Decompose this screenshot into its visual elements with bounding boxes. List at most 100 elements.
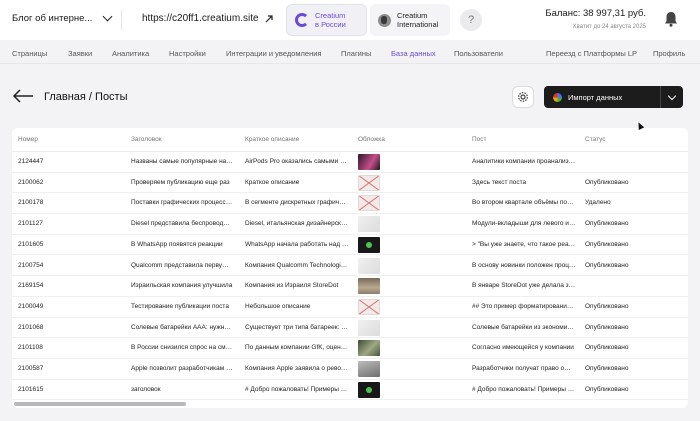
nav-item-profile[interactable]: Профиль <box>653 49 685 58</box>
table-row[interactable]: 2100062 Проверяем публикацию еще раз Кратк… <box>12 173 688 194</box>
cell-status: Опубликовано <box>585 302 629 310</box>
cell-description: Краткое описание <box>245 178 300 186</box>
table-row[interactable]: 2101127 Diesel представила беспроводные н… <box>12 214 688 235</box>
horizontal-scrollbar[interactable] <box>14 402 186 406</box>
table-row[interactable]: 2101615 заголовок # Добро пожаловать! Прим… <box>12 380 688 401</box>
cell-title: Apple позволит разработчикам публиковать <box>131 365 233 372</box>
cell-cover[interactable] <box>358 154 380 170</box>
cell-number: 2100049 <box>18 302 44 310</box>
gear-icon <box>518 92 528 102</box>
cell-title: заголовок <box>131 385 161 393</box>
cell-cover[interactable] <box>358 257 380 274</box>
cell-status: Опубликовано <box>585 344 629 352</box>
nav-item-pages[interactable]: Страницы <box>12 49 47 58</box>
page-title: Главная / Посты <box>44 91 128 103</box>
main-nav: Страницы Заявки Аналитика Настройки Инте… <box>0 44 700 64</box>
cell-title: Солевые батарейки ААА: нужно ли <box>131 323 233 331</box>
cell-description: Компания Qualcomm Technologies представи… <box>245 261 349 269</box>
cell-title: Тестирование публикации поста <box>131 302 229 310</box>
table-row[interactable]: 2101108 В России снизился спрос на смартф… <box>12 338 688 359</box>
cell-number: 2124447 <box>18 158 44 165</box>
column-header-title[interactable]: Заголовок <box>131 136 233 143</box>
cell-cover[interactable] <box>358 195 380 212</box>
table-row[interactable]: 2100754 Qualcomm представила первую в мир… <box>12 256 688 277</box>
cell-cover[interactable] <box>358 174 380 191</box>
cell-post: Модули-вкладыши для левого и правого уха <box>472 220 576 228</box>
column-header-status[interactable]: Статус <box>585 136 685 143</box>
creatium-russia-button[interactable]: Creatium в России <box>286 4 367 36</box>
nav-item-migration[interactable]: Переезд с Платформы LP <box>546 49 637 58</box>
cover-thumbnail <box>358 257 380 274</box>
cell-title: Названы самые популярные наушники <box>131 158 233 165</box>
notifications-bell-icon[interactable] <box>662 10 680 28</box>
cell-status: Опубликовано <box>585 385 629 393</box>
cell-title: Израильская компания улучшила <box>131 282 233 290</box>
cell-description: AirPods Pro оказались самыми востребован… <box>245 158 349 165</box>
cell-cover[interactable] <box>358 340 380 357</box>
cell-cover[interactable] <box>358 236 380 253</box>
site-url-link[interactable]: https://c20ff1.creatium.site <box>142 13 273 24</box>
table-row[interactable]: 2169154 Израильская компания улучшила Комп… <box>12 276 688 297</box>
cell-description: # Добро пожаловать! Примеры заголовков <box>245 385 349 393</box>
table-header: Номер Заголовок Краткое описание Обложка… <box>12 128 688 152</box>
cell-number: 2101615 <box>18 385 44 393</box>
back-arrow-icon[interactable] <box>12 89 34 103</box>
cover-thumbnail <box>358 216 380 233</box>
cell-cover[interactable] <box>358 361 380 377</box>
column-header-description[interactable]: Краткое описание <box>245 136 349 143</box>
import-dropdown-toggle[interactable] <box>661 91 683 100</box>
cell-post: ## Это пример форматирования текста <box>472 302 576 310</box>
chevron-down-icon <box>102 11 113 22</box>
cover-thumbnail <box>358 361 380 377</box>
site-selector[interactable]: Блог об интерне... <box>12 11 113 24</box>
cell-cover[interactable] <box>358 216 380 233</box>
cover-thumbnail <box>358 154 380 170</box>
nav-item-settings[interactable]: Настройки <box>169 49 206 58</box>
settings-button[interactable] <box>512 86 534 108</box>
creatium-ru-line2: в России <box>315 20 346 29</box>
cover-thumbnail <box>358 381 380 398</box>
balance-block[interactable]: Баланс: 38 997,31 руб. Хватит до 24 авгу… <box>545 8 646 30</box>
cell-cover[interactable] <box>358 381 380 398</box>
cell-description: Diesel, итальянская дизайнерская компани… <box>245 220 349 228</box>
cell-status: Опубликовано <box>585 365 629 372</box>
column-header-post[interactable]: Пост <box>472 136 576 143</box>
nav-item-requests[interactable]: Заявки <box>68 49 92 58</box>
cell-description: Компания Apple заявила о революционных <box>245 365 349 372</box>
cover-thumbnail <box>358 319 380 336</box>
column-header-cover[interactable]: Обложка <box>358 136 385 143</box>
nav-item-users[interactable]: Пользователи <box>454 49 503 58</box>
table-row[interactable]: 2100178 Поставки графических процессоров В… <box>12 193 688 215</box>
creatium-int-line1: Creatium <box>397 11 428 20</box>
cell-description: Существует три типа батареек: солевые <box>245 323 349 331</box>
nav-item-integrations[interactable]: Интеграции и уведомления <box>226 49 321 58</box>
import-main[interactable]: Импорт данных <box>544 86 660 108</box>
cell-status: Опубликовано <box>585 261 629 269</box>
import-data-button[interactable]: Импорт данных <box>544 86 683 108</box>
table-row[interactable]: 2100049 Тестирование публикации поста Небо… <box>12 297 688 318</box>
cell-description: Компания из Израиля StoreDot <box>245 282 339 290</box>
cell-number: 2101108 <box>18 344 43 352</box>
cell-number: 2169154 <box>18 282 44 290</box>
cell-post: # Добро пожаловать! Примеры заголовков <box>472 385 576 393</box>
cell-cover[interactable] <box>358 278 380 295</box>
cell-title: В России снизился спрос на смартфоны <box>131 344 233 352</box>
table-row[interactable]: 2101605 В WhatsApp появятся реакции WhatsA… <box>12 235 688 256</box>
nav-item-database[interactable]: База данных <box>391 49 436 58</box>
nav-item-analytics[interactable]: Аналитика <box>112 49 149 58</box>
cell-number: 2100062 <box>18 178 44 186</box>
help-button[interactable]: ? <box>460 9 482 31</box>
cell-cover[interactable] <box>358 319 380 336</box>
creatium-international-button[interactable]: Creatium International <box>370 4 450 36</box>
table-row[interactable]: 2124447 Названы самые популярные наушники… <box>12 152 688 173</box>
table-row[interactable]: 2100587 Apple позволит разработчикам публ… <box>12 359 688 380</box>
cell-cover[interactable] <box>358 298 380 315</box>
cell-description: По данным компании GfK, оценивающей <box>245 344 349 352</box>
site-name: Блог об интерне... <box>12 13 93 24</box>
table-row[interactable]: 2101068 Солевые батарейки ААА: нужно ли Су… <box>12 318 688 339</box>
column-header-number[interactable]: Номер <box>18 136 118 143</box>
broken-image-icon <box>358 195 380 212</box>
cell-title: Проверяем публикацию еще раз <box>131 178 230 186</box>
nav-item-plugins[interactable]: Плагины <box>341 49 371 58</box>
cell-number: 2101127 <box>18 220 43 228</box>
